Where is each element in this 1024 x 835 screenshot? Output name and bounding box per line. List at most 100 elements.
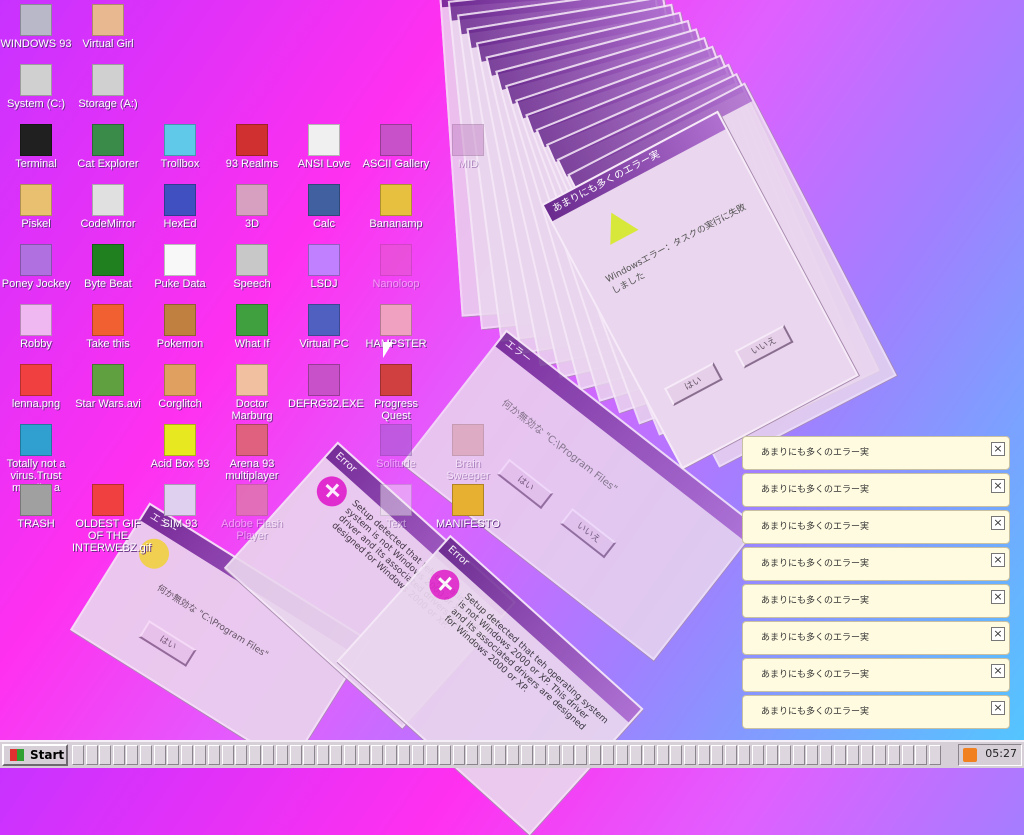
close-icon[interactable]: × (991, 479, 1005, 493)
desktop-icon[interactable]: Storage (A:) (72, 64, 144, 110)
taskbar-window-button[interactable] (575, 745, 588, 765)
desktop-icon[interactable]: OLDEST GIF OF THE INTERWEBZ.gif (72, 484, 151, 554)
taskbar-window-button[interactable] (208, 745, 220, 765)
close-icon[interactable]: × (991, 627, 1005, 641)
taskbar-window-button[interactable] (860, 745, 873, 765)
desktop-icon[interactable]: WINDOWS 93 (0, 4, 72, 50)
taskbar-window-button[interactable] (561, 745, 574, 765)
desktop-icon[interactable]: MID (432, 124, 504, 170)
taskbar-window-button[interactable] (140, 745, 152, 765)
taskbar-window-button[interactable] (99, 745, 112, 765)
taskbar-window-button[interactable] (629, 745, 642, 765)
desktop-icon[interactable]: DEFRG32.EXE (288, 364, 364, 410)
start-button[interactable]: Start (2, 744, 68, 766)
desktop-icon[interactable]: Star Wars.avi (72, 364, 144, 410)
desktop-icon[interactable]: ANSI Love (288, 124, 360, 170)
desktop-icon[interactable]: Doctor Marburg (216, 364, 288, 422)
desktop-icon[interactable]: Corglitch (144, 364, 216, 410)
desktop-icon[interactable]: lenna.png (0, 364, 72, 410)
desktop-icon[interactable]: Terminal (0, 124, 72, 170)
taskbar-window-button[interactable] (602, 745, 615, 765)
no-button[interactable]: いいえ (560, 508, 617, 559)
taskbar-window-button[interactable] (833, 745, 846, 765)
taskbar-window-button[interactable] (316, 745, 329, 765)
taskbar-window-button[interactable] (806, 745, 819, 765)
desktop-icon[interactable]: Poney Jockey (0, 244, 72, 290)
taskbar-window-button[interactable] (85, 745, 98, 765)
desktop-icon[interactable]: Solitude (360, 424, 432, 470)
close-icon[interactable]: × (991, 553, 1005, 567)
taskbar-window-button[interactable] (820, 745, 832, 765)
desktop-icon[interactable]: Take this (72, 304, 144, 350)
taskbar-window-button[interactable] (126, 745, 139, 765)
desktop-icon[interactable]: Speech (216, 244, 288, 290)
taskbar-window-button[interactable] (289, 745, 302, 765)
notification[interactable]: あまりにも多くのエラー実 × (742, 473, 1010, 507)
desktop-icon[interactable]: ASCII Gallery (360, 124, 432, 170)
desktop-icon[interactable]: LSDJ (288, 244, 360, 290)
taskbar-window-button[interactable] (752, 745, 764, 765)
taskbar-window-button[interactable] (792, 745, 805, 765)
desktop-icon[interactable]: TRASH (0, 484, 72, 530)
desktop-icon[interactable]: Puke Data (144, 244, 216, 290)
taskbar-window-button[interactable] (656, 745, 669, 765)
yes-button[interactable]: はい (496, 458, 554, 510)
no-button[interactable]: いいえ (734, 324, 794, 369)
notification[interactable]: あまりにも多くのエラー実 × (742, 658, 1010, 692)
taskbar-window-button[interactable] (588, 745, 601, 765)
taskbar-window-button[interactable] (670, 745, 683, 765)
taskbar-window-button[interactable] (548, 745, 560, 765)
desktop-icon[interactable]: Adobe Flash Player (216, 484, 288, 542)
taskbar-window-button[interactable] (724, 745, 737, 765)
taskbar-window-button[interactable] (194, 745, 207, 765)
desktop-icon[interactable]: MANIFESTO (432, 484, 504, 530)
taskbar-window-button[interactable] (847, 745, 860, 765)
taskbar-window-button[interactable] (180, 745, 193, 765)
notification[interactable]: あまりにも多くのエラー実 × (742, 436, 1010, 470)
desktop-icon[interactable]: Bananamp (360, 184, 432, 230)
desktop-icon[interactable]: Virtual PC (288, 304, 360, 350)
taskbar-window-button[interactable] (480, 745, 492, 765)
taskbar-window-button[interactable] (493, 745, 506, 765)
yes-button[interactable]: はい (663, 362, 723, 407)
close-icon[interactable]: × (991, 442, 1005, 456)
taskbar-window-button[interactable] (520, 745, 533, 765)
taskbar-window-button[interactable] (357, 745, 370, 765)
taskbar-window-button[interactable] (765, 745, 778, 765)
close-icon[interactable]: × (991, 516, 1005, 530)
taskbar-window-button[interactable] (167, 745, 180, 765)
notification[interactable]: あまりにも多くのエラー実 × (742, 584, 1010, 618)
taskbar-window-button[interactable] (684, 745, 696, 765)
desktop-icon[interactable]: Pokemon (144, 304, 216, 350)
desktop-icon[interactable]: Calc (288, 184, 360, 230)
taskbar-window-button[interactable] (507, 745, 520, 765)
desktop-icon[interactable]: Virtual Girl (72, 4, 144, 50)
taskbar-window-button[interactable] (276, 745, 288, 765)
desktop-icon[interactable]: Acid Box 93 (144, 424, 216, 470)
desktop-icon[interactable]: Nanoloop (360, 244, 432, 290)
yes-button[interactable]: はい (138, 620, 197, 667)
desktop-icon[interactable]: HexEd (144, 184, 216, 230)
taskbar-window-button[interactable] (398, 745, 411, 765)
notification[interactable]: あまりにも多くのエラー実 × (742, 547, 1010, 581)
taskbar-window-button[interactable] (534, 745, 547, 765)
taskbar-window-button[interactable] (412, 745, 424, 765)
desktop-icon[interactable]: CodeMirror (72, 184, 144, 230)
taskbar-window-button[interactable] (928, 745, 941, 765)
taskbar-window-button[interactable] (452, 745, 465, 765)
taskbar-window-button[interactable] (779, 745, 792, 765)
taskbar-window-button[interactable] (466, 745, 479, 765)
notification[interactable]: あまりにも多くのエラー実 × (742, 695, 1010, 729)
close-icon[interactable]: × (991, 664, 1005, 678)
taskbar-window-button[interactable] (153, 745, 166, 765)
desktop-icon[interactable]: SIM 93 (144, 484, 216, 530)
taskbar-window-button[interactable] (330, 745, 343, 765)
taskbar-window-button[interactable] (112, 745, 125, 765)
taskbar-window-button[interactable] (384, 745, 397, 765)
taskbar-window-button[interactable] (248, 745, 261, 765)
taskbar-window-button[interactable] (616, 745, 628, 765)
taskbar-window-button[interactable] (738, 745, 751, 765)
desktop-icon[interactable]: Byte Beat (72, 244, 144, 290)
rss-icon[interactable] (963, 748, 977, 762)
desktop-icon[interactable]: System (C:) (0, 64, 72, 110)
